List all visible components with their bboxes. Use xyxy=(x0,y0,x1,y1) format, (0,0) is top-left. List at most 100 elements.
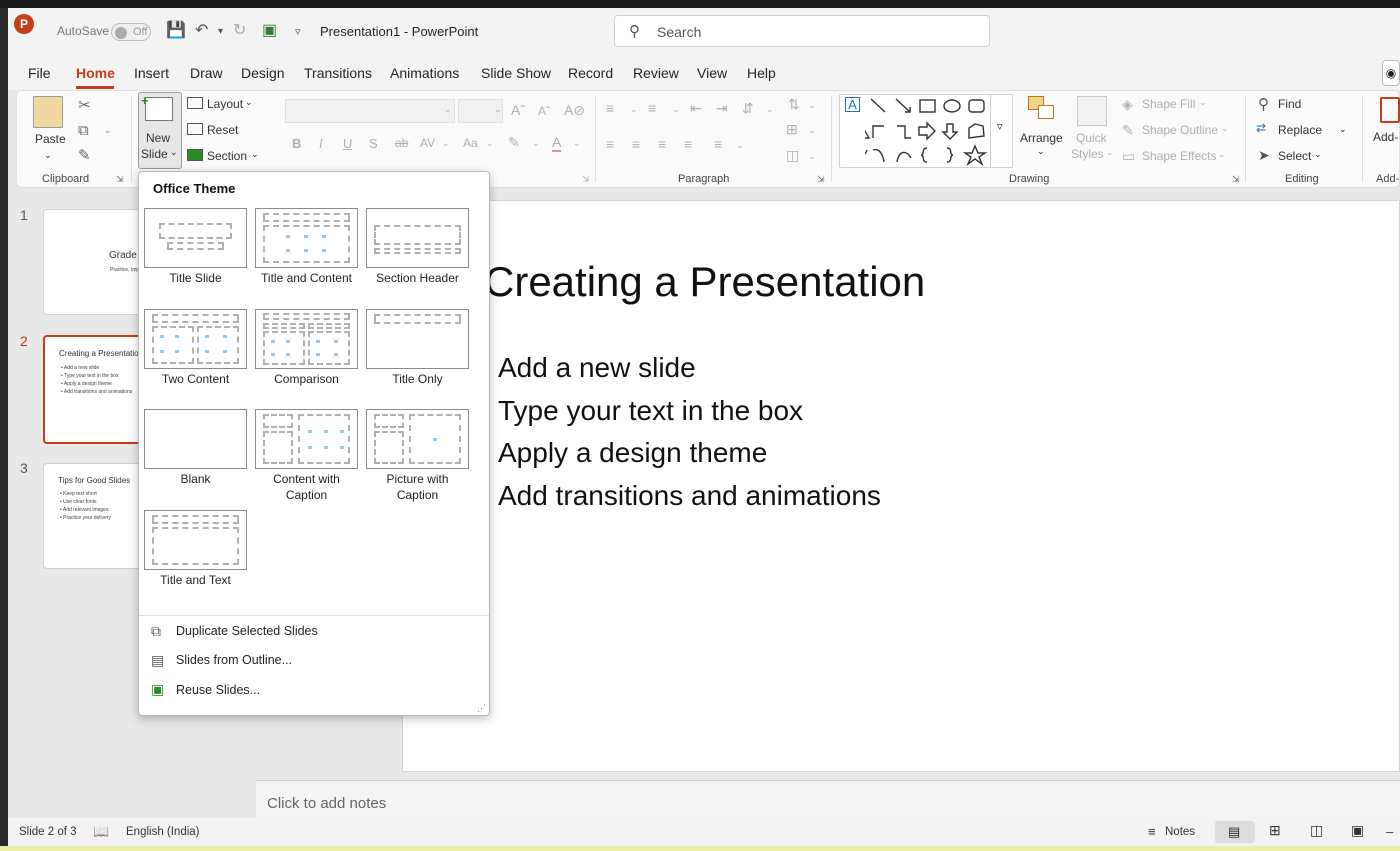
resize-grip-icon[interactable]: ⋰ xyxy=(477,703,486,714)
shape-fill-button[interactable]: Shape Fill xyxy=(1142,97,1195,111)
section-button[interactable]: Section xyxy=(207,149,247,163)
language-status[interactable]: English (India) xyxy=(126,826,200,838)
slide-bullet[interactable]: Add transitions and animations xyxy=(498,480,881,512)
reuse-slides-option[interactable]: Reuse Slides... xyxy=(176,683,260,697)
decrease-indent-icon[interactable]: ⇤ xyxy=(690,100,702,117)
highlight-dropdown-icon[interactable]: ⌄ xyxy=(532,138,540,149)
shape-effects-dropdown-icon[interactable]: ⌄ xyxy=(1218,149,1226,160)
layout-two-content[interactable]: Two Content xyxy=(144,309,247,387)
bullets-dropdown-icon[interactable]: ⌄ xyxy=(630,104,638,115)
normal-view-button[interactable]: ▤ xyxy=(1215,821,1255,843)
shape-outline-button[interactable]: Shape Outline xyxy=(1142,123,1218,137)
increase-indent-icon[interactable]: ⇥ xyxy=(716,100,728,117)
align-center-icon[interactable]: ≡ xyxy=(632,136,640,152)
bold-icon[interactable]: B xyxy=(292,136,301,151)
align-text-icon[interactable]: ⊞ xyxy=(786,121,798,138)
font-size-dropdown-icon[interactable]: ⌄ xyxy=(494,104,502,115)
cut-icon[interactable]: ✂ xyxy=(78,96,91,114)
customize-toolbar-icon[interactable]: ▿ xyxy=(295,25,301,38)
font-name-box[interactable] xyxy=(285,99,455,123)
clipboard-launcher-icon[interactable]: ⇲ xyxy=(116,174,124,185)
change-case-icon[interactable]: Aa xyxy=(463,136,478,150)
save-icon[interactable]: 💾 xyxy=(166,20,186,40)
add-ins-button[interactable]: Add- xyxy=(1373,130,1398,144)
tab-record[interactable]: Record xyxy=(568,65,613,81)
shape-fill-dropdown-icon[interactable]: ⌄ xyxy=(1199,97,1207,108)
tab-draw[interactable]: Draw xyxy=(190,65,223,81)
layout-blank[interactable]: Blank xyxy=(144,409,247,487)
reset-button[interactable]: Reset xyxy=(207,123,238,137)
arrange-button[interactable]: Arrange xyxy=(1020,131,1063,145)
select-icon[interactable]: ➤ xyxy=(1258,147,1270,164)
slide-title[interactable]: Creating a Presentation xyxy=(484,258,925,306)
paragraph-launcher-icon[interactable]: ⇲ xyxy=(817,174,825,185)
tab-slide-show[interactable]: Slide Show xyxy=(481,65,551,81)
slide-sorter-icon[interactable]: ⊞ xyxy=(1269,822,1281,839)
autosave-toggle[interactable]: Off xyxy=(111,23,151,41)
text-direction-dropdown-icon[interactable]: ⌄ xyxy=(808,100,816,111)
paste-dropdown-icon[interactable]: ⌄ xyxy=(44,150,52,161)
zoom-out-icon[interactable]: – xyxy=(1386,824,1393,839)
reading-view-icon[interactable]: ◫ xyxy=(1310,822,1323,839)
notes-icon[interactable]: ≡ xyxy=(1148,824,1156,839)
italic-icon[interactable]: I xyxy=(319,136,323,151)
redo-icon[interactable]: ↻ xyxy=(233,20,246,40)
layout-title-and-content[interactable]: Title and Content xyxy=(255,208,358,286)
accessibility-icon[interactable]: 📖 xyxy=(93,824,109,840)
paste-button[interactable]: Paste xyxy=(35,132,66,146)
quick-styles-dropdown-icon[interactable]: ⌄ xyxy=(1106,147,1114,158)
find-button[interactable]: Find xyxy=(1278,97,1301,111)
text-direction-icon[interactable]: ⇅ xyxy=(788,96,800,113)
notes-pane[interactable]: Click to add notes xyxy=(256,780,1400,818)
copy-dropdown-icon[interactable]: ⌄ xyxy=(104,125,112,136)
text-box-icon[interactable]: A xyxy=(845,97,860,112)
find-icon[interactable]: ⚲ xyxy=(1258,95,1269,113)
font-launcher-icon[interactable]: ⇲ xyxy=(582,174,590,185)
tab-view[interactable]: View xyxy=(697,65,727,81)
underline-icon[interactable]: U xyxy=(343,136,352,151)
tab-home[interactable]: Home xyxy=(76,65,115,81)
slideshow-view-icon[interactable]: ▣ xyxy=(1351,822,1364,839)
tab-review[interactable]: Review xyxy=(633,65,679,81)
copy-icon[interactable]: ⧉ xyxy=(78,122,89,139)
character-spacing-dropdown-icon[interactable]: ⌄ xyxy=(442,138,450,149)
shape-outline-dropdown-icon[interactable]: ⌄ xyxy=(1221,123,1229,134)
slides-from-outline-option[interactable]: Slides from Outline... xyxy=(176,653,292,667)
font-name-dropdown-icon[interactable]: ⌄ xyxy=(444,104,452,115)
present-from-start-icon[interactable]: ▣ xyxy=(262,20,277,40)
layout-button[interactable]: Layout xyxy=(207,97,243,111)
replace-icon[interactable]: ⇄ xyxy=(1256,121,1266,135)
shape-outline-icon[interactable]: ✎ xyxy=(1122,122,1134,139)
replace-button[interactable]: Replace xyxy=(1278,123,1322,137)
align-left-icon[interactable]: ≡ xyxy=(606,136,614,152)
drawing-launcher-icon[interactable]: ⇲ xyxy=(1232,174,1240,185)
undo-icon[interactable]: ↶ xyxy=(195,20,208,40)
line-spacing-dropdown-icon[interactable]: ⌄ xyxy=(766,104,774,115)
new-slide-dropdown-icon[interactable]: ⌄ xyxy=(170,147,178,158)
clear-formatting-icon[interactable]: A⊘ xyxy=(564,102,585,119)
slide-bullet[interactable]: Apply a design theme xyxy=(498,437,767,469)
tab-help[interactable]: Help xyxy=(747,65,776,81)
tab-file[interactable]: File xyxy=(28,65,51,81)
layout-picture-with-caption[interactable]: Picture with Caption xyxy=(366,409,469,503)
quick-styles-label-1[interactable]: Quick xyxy=(1076,131,1107,145)
slide-bullet[interactable]: Type your text in the box xyxy=(498,395,803,427)
font-color-dropdown-icon[interactable]: ⌄ xyxy=(573,138,581,149)
smartart-icon[interactable]: ◫ xyxy=(786,147,799,164)
quick-styles-label-2[interactable]: Styles xyxy=(1071,147,1104,161)
shape-fill-icon[interactable]: ◈ xyxy=(1122,96,1133,113)
highlight-icon[interactable]: ✎ xyxy=(508,134,520,151)
format-painter-icon[interactable]: ✎ xyxy=(78,146,91,164)
tab-transitions[interactable]: Transitions xyxy=(304,65,372,81)
record-icon[interactable]: ◉ xyxy=(1382,60,1400,86)
line-spacing-icon[interactable]: ⇵ xyxy=(742,100,754,117)
shapes-more-button[interactable]: ▿ xyxy=(990,94,1013,168)
undo-dropdown-icon[interactable]: ▾ xyxy=(218,26,223,37)
font-color-icon[interactable]: A xyxy=(552,134,562,152)
change-case-dropdown-icon[interactable]: ⌄ xyxy=(486,138,494,149)
layout-title-slide[interactable]: Title Slide xyxy=(144,208,247,286)
layout-content-with-caption[interactable]: Content with Caption xyxy=(255,409,358,503)
justify-icon[interactable]: ≡ xyxy=(684,136,692,152)
tab-insert[interactable]: Insert xyxy=(134,65,169,81)
shadow-icon[interactable]: S xyxy=(369,136,378,151)
